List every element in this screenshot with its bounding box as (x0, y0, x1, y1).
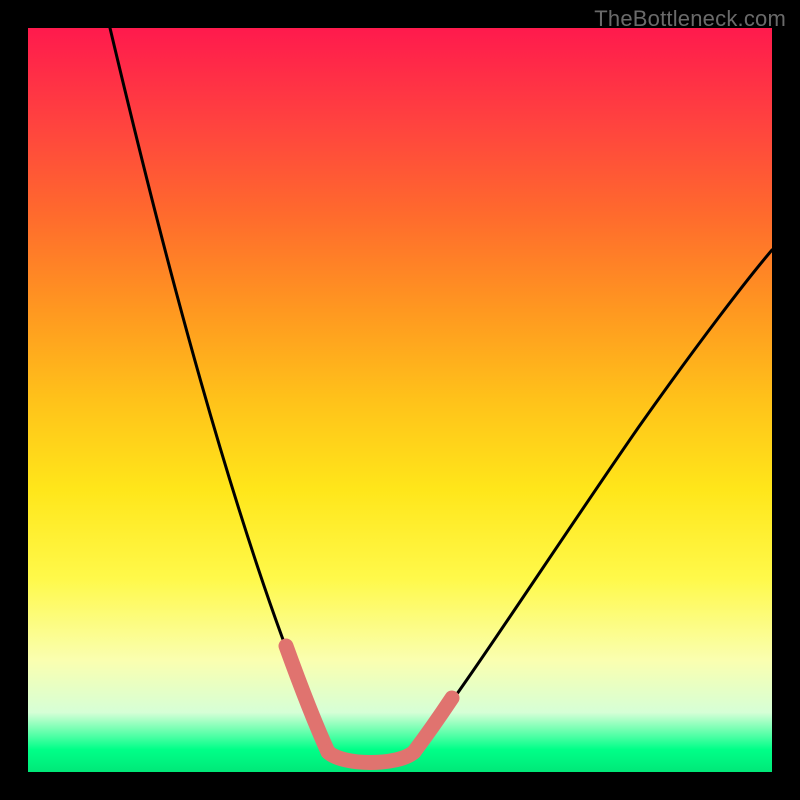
highlight-right (414, 698, 452, 752)
highlight-floor (328, 752, 414, 763)
highlight-left (286, 646, 328, 752)
curve-layer (28, 28, 772, 772)
v-curve-left (110, 28, 328, 752)
plot-area (28, 28, 772, 772)
v-curve-right (414, 250, 772, 752)
watermark-text: TheBottleneck.com (594, 6, 786, 32)
chart-frame: TheBottleneck.com (0, 0, 800, 800)
